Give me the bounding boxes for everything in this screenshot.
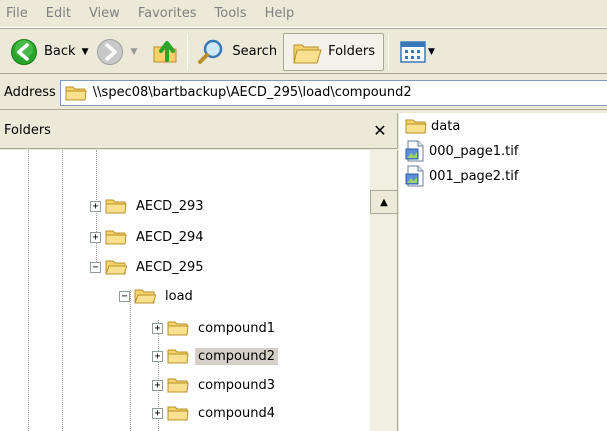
menu-help[interactable]: Help bbox=[256, 6, 304, 21]
toolbar: Back ▼ ▼ Search Folders ▼ bbox=[0, 30, 607, 74]
expand-icon[interactable]: + bbox=[90, 200, 101, 212]
back-arrow-icon bbox=[10, 38, 38, 66]
tree-guide-line bbox=[28, 150, 29, 431]
expand-icon[interactable]: + bbox=[152, 322, 163, 334]
folder-icon bbox=[65, 84, 87, 102]
tree-item-label: AECD_293 bbox=[136, 198, 204, 214]
search-icon bbox=[196, 38, 226, 66]
menu-view[interactable]: View bbox=[80, 6, 129, 21]
folders-label: Folders bbox=[328, 44, 376, 59]
close-icon[interactable]: ✕ bbox=[369, 121, 391, 140]
folders-icon bbox=[292, 39, 322, 65]
up-folder-icon bbox=[151, 38, 179, 66]
folder-icon bbox=[167, 347, 189, 365]
views-dropdown-icon[interactable]: ▼ bbox=[428, 47, 435, 57]
expand-icon[interactable]: + bbox=[152, 407, 163, 419]
toolbar-separator bbox=[388, 34, 390, 69]
tree-item-label-selected: compound2 bbox=[195, 347, 278, 365]
folder-icon bbox=[105, 197, 127, 215]
file-name: data bbox=[431, 118, 461, 134]
tree-item-label: load bbox=[165, 288, 193, 304]
tree-item-label: AECD_295 bbox=[136, 259, 204, 275]
folder-icon bbox=[167, 404, 189, 422]
menu-bar: File Edit View Favorites Tools Help bbox=[0, 0, 607, 28]
address-value: \\spec08\bartbackup\AECD_295\load\compou… bbox=[92, 85, 412, 100]
forward-button[interactable]: ▼ bbox=[92, 33, 141, 71]
back-dropdown-icon[interactable]: ▼ bbox=[82, 47, 89, 57]
folder-icon bbox=[405, 117, 427, 135]
folder-icon bbox=[105, 228, 127, 246]
back-button[interactable]: Back ▼ bbox=[6, 33, 92, 71]
search-button[interactable]: Search bbox=[192, 33, 281, 71]
folder-icon bbox=[167, 376, 189, 394]
folder-icon bbox=[167, 319, 189, 337]
tree-guide-line bbox=[130, 290, 131, 431]
file-list: data 000_page1.tif 001_page2.tif bbox=[399, 113, 607, 431]
address-label: Address bbox=[4, 85, 56, 100]
up-folder-button[interactable] bbox=[141, 33, 183, 71]
menu-file[interactable]: File bbox=[4, 6, 37, 21]
folders-pane-header: Folders ✕ bbox=[0, 113, 398, 149]
address-input[interactable]: \\spec08\bartbackup\AECD_295\load\compou… bbox=[59, 79, 607, 106]
folders-tree: + AECD_293 + AECD_294 − AECD_295 − load … bbox=[0, 150, 398, 431]
expand-icon[interactable]: + bbox=[152, 350, 163, 362]
tree-item-aecd-293[interactable]: + AECD_293 bbox=[90, 195, 207, 217]
folder-open-icon bbox=[134, 287, 156, 305]
toolbar-separator bbox=[187, 34, 189, 69]
list-item-page1[interactable]: 000_page1.tif bbox=[405, 140, 518, 162]
search-label: Search bbox=[232, 44, 278, 59]
views-icon bbox=[399, 39, 427, 65]
tree-item-compound4[interactable]: + compound4 bbox=[152, 402, 278, 424]
folders-button[interactable]: Folders bbox=[283, 32, 385, 71]
file-name: 001_page2.tif bbox=[429, 168, 519, 184]
vertical-scrollbar[interactable]: ▲ bbox=[370, 150, 397, 431]
menu-tools[interactable]: Tools bbox=[206, 6, 256, 21]
expand-icon[interactable]: + bbox=[90, 231, 101, 243]
scroll-up-button[interactable]: ▲ bbox=[370, 190, 397, 214]
tree-item-label: compound4 bbox=[198, 405, 275, 421]
forward-arrow-icon bbox=[96, 38, 124, 66]
tree-item-label: AECD_294 bbox=[136, 229, 204, 245]
views-button[interactable]: ▼ bbox=[393, 33, 439, 71]
folder-open-icon bbox=[105, 258, 127, 276]
address-bar: Address \\spec08\bartbackup\AECD_295\loa… bbox=[0, 76, 607, 110]
image-file-icon bbox=[405, 140, 425, 162]
back-label: Back bbox=[44, 44, 76, 59]
tree-item-load[interactable]: − load bbox=[119, 285, 196, 307]
folders-pane-title: Folders bbox=[4, 123, 51, 138]
collapse-icon[interactable]: − bbox=[90, 261, 101, 273]
menu-edit[interactable]: Edit bbox=[37, 6, 80, 21]
menu-favorites[interactable]: Favorites bbox=[129, 6, 206, 21]
tree-item-aecd-294[interactable]: + AECD_294 bbox=[90, 226, 207, 248]
tree-item-compound3[interactable]: + compound3 bbox=[152, 374, 278, 396]
list-item-data[interactable]: data bbox=[405, 115, 460, 137]
tree-item-compound2[interactable]: + compound2 bbox=[152, 345, 278, 367]
list-item-page2[interactable]: 001_page2.tif bbox=[405, 165, 518, 187]
tree-item-label: compound3 bbox=[198, 377, 275, 393]
tree-item-compound1[interactable]: + compound1 bbox=[152, 317, 278, 339]
collapse-icon[interactable]: − bbox=[119, 290, 130, 302]
tree-item-label: compound1 bbox=[198, 320, 275, 336]
file-name: 000_page1.tif bbox=[429, 143, 519, 159]
expand-icon[interactable]: + bbox=[152, 379, 163, 391]
tree-guide-line bbox=[62, 150, 63, 431]
forward-dropdown-icon[interactable]: ▼ bbox=[130, 47, 137, 57]
tree-item-aecd-295[interactable]: − AECD_295 bbox=[90, 256, 207, 278]
image-file-icon bbox=[405, 165, 425, 187]
